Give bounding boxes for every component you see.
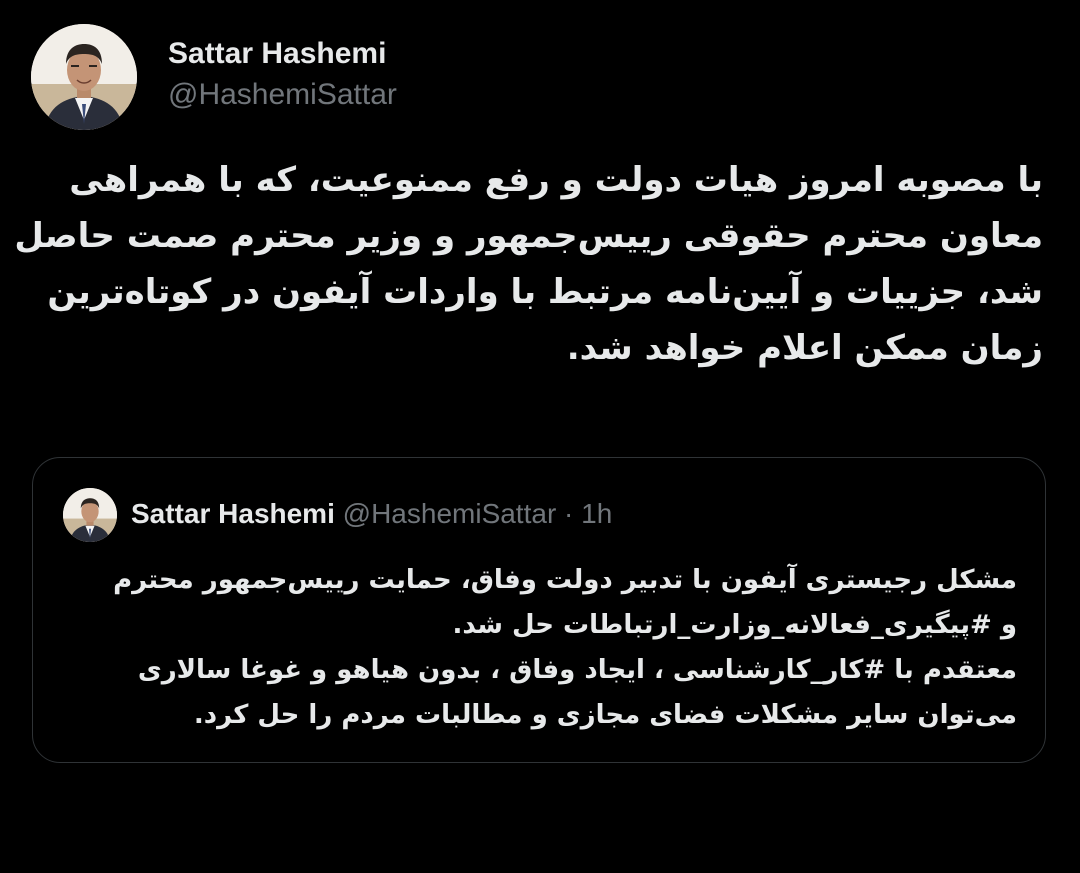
quoted-author-avatar[interactable] (63, 488, 117, 542)
tweet-text-line: شد، جزییات و آیین‌نامه مرتبط با واردات آ… (47, 272, 1043, 312)
tweet-text-line: با مصوبه امروز هیات دولت و رفع ممنوعیت، … (69, 160, 1043, 200)
header-separator: · (564, 498, 574, 529)
quoted-text-line: مشکل رجیستری آیفون با تدبیر دولت وفاق، ح… (113, 565, 1017, 595)
tweet-text: با مصوبه امروز هیات دولت و رفع ممنوعیت، … (14, 152, 1043, 376)
quoted-tweet-header: Sattar Hashemi @HashemiSattar · 1h (131, 496, 612, 532)
author-handle[interactable]: @HashemiSattar (168, 75, 397, 115)
tweet-text-line: زمان ممکن اعلام خواهد شد. (566, 328, 1043, 368)
author-avatar[interactable] (31, 24, 137, 130)
tweet-text-line: معاون محترم حقوقی رییس‌جمهور و وزیر محتر… (14, 216, 1043, 256)
user-photo-icon (31, 24, 137, 130)
quoted-tweet-card[interactable]: Sattar Hashemi @HashemiSattar · 1h مشکل … (32, 457, 1046, 763)
tweet: Sattar Hashemi @HashemiSattar با مصوبه ا… (0, 0, 1080, 873)
quoted-text-line: معتقدم با #کار_کارشناسی ، ایجاد وفاق ، ب… (137, 655, 1017, 685)
quoted-tweet-text: مشکل رجیستری آیفون با تدبیر دولت وفاق، ح… (73, 558, 1017, 738)
quoted-tweet-time[interactable]: 1h (581, 498, 612, 529)
quoted-author-name[interactable]: Sattar Hashemi (131, 498, 335, 529)
quoted-text-line: و #پیگیری_فعالانه_وزارت_ارتباطات حل شد. (452, 610, 1017, 640)
quoted-text-line: می‌توان سایر مشکلات فضای مجازی و مطالبات… (193, 700, 1017, 730)
quoted-author-handle[interactable]: @HashemiSattar (343, 498, 557, 529)
user-photo-icon (63, 488, 117, 542)
author-name[interactable]: Sattar Hashemi (168, 34, 386, 74)
